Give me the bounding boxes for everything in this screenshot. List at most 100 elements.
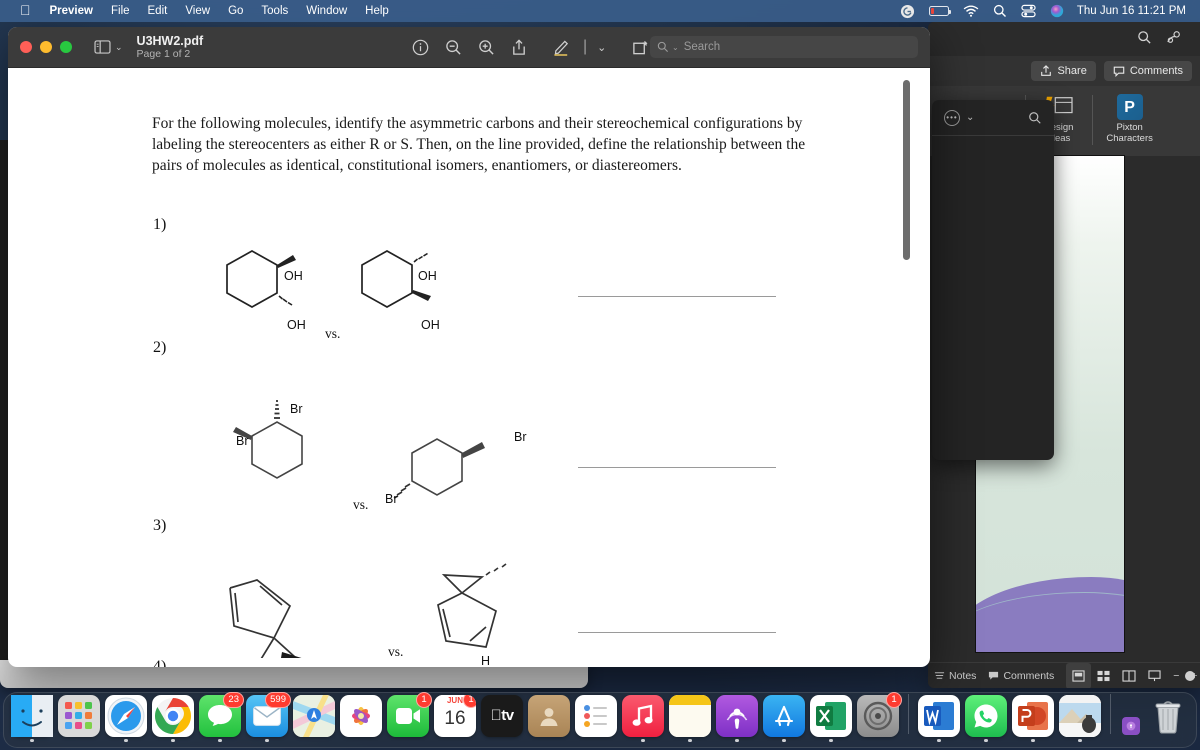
whatsapp-icon — [965, 694, 1007, 737]
macos-menubar[interactable]:  Preview File Edit View Go Tools Window… — [0, 0, 1200, 22]
wifi-icon[interactable] — [956, 0, 986, 22]
calendar-day: 16 — [444, 707, 466, 729]
dock-item-excel[interactable] — [809, 694, 853, 742]
pixton-characters-button[interactable]: P Pixton Characters — [1099, 92, 1161, 144]
dock-item-trash[interactable] — [1146, 695, 1190, 743]
search-scope-chevron-icon[interactable]: ⌄ — [672, 43, 679, 52]
dock-item-safari[interactable] — [104, 694, 148, 742]
share-icon[interactable] — [511, 38, 527, 56]
zoom-button[interactable] — [60, 41, 72, 53]
chevron-down-icon[interactable]: ⌄ — [115, 42, 123, 53]
dock[interactable]: 23 599 1 JUN 16 1 tv 1 — [3, 691, 1197, 748]
chevron-down-icon[interactable]: ⌄ — [597, 41, 606, 54]
dock-item-calendar[interactable]: JUN 16 1 — [433, 694, 477, 743]
calendar-badge: 1 — [463, 694, 476, 708]
zoom-out-button[interactable]: − — [1167, 663, 1185, 689]
battery-icon[interactable] — [922, 0, 956, 22]
ribbon-group-pixton[interactable]: P Pixton Characters — [1093, 92, 1167, 154]
siri-icon[interactable] — [1043, 0, 1071, 22]
dock-item-launchpad[interactable] — [57, 694, 101, 743]
statusbar-comments-button[interactable]: Comments — [982, 663, 1060, 689]
dock-item-podcasts[interactable] — [715, 694, 759, 742]
menu-edit[interactable]: Edit — [139, 0, 177, 22]
pdf-page[interactable]: For the following molecules, identify th… — [22, 68, 912, 667]
chevron-down-icon[interactable]: ⌄ — [966, 112, 974, 123]
info-icon[interactable] — [412, 39, 429, 56]
dock-item-system-preferences[interactable]: 1 — [856, 691, 902, 743]
comments-button[interactable]: Comments — [1103, 61, 1192, 81]
notes-button[interactable]: Notes — [928, 663, 982, 689]
menu-file[interactable]: File — [102, 0, 139, 22]
zoom-out-icon[interactable] — [445, 39, 462, 56]
dock-item-maps[interactable] — [292, 694, 336, 743]
rotate-icon[interactable] — [632, 39, 649, 56]
molecule-1-right-label-oh-bottom: OH — [421, 318, 440, 332]
running-indicator — [547, 739, 551, 743]
menu-view[interactable]: View — [176, 0, 219, 22]
search-icon[interactable] — [1028, 111, 1042, 125]
ribbon-display-options-icon[interactable] — [1166, 30, 1182, 45]
spotlight-search-icon[interactable] — [986, 0, 1014, 22]
menu-window[interactable]: Window — [297, 0, 356, 22]
dock-item-notes[interactable] — [668, 694, 712, 742]
dock-item-photos[interactable] — [339, 694, 383, 743]
dock-item-word[interactable] — [917, 694, 961, 742]
menu-preview[interactable]: Preview — [41, 0, 102, 22]
close-button[interactable] — [20, 41, 32, 53]
calendar-icon: JUN 16 1 — [434, 694, 476, 737]
dock-item-appstore[interactable] — [762, 694, 806, 742]
menu-go[interactable]: Go — [219, 0, 252, 22]
word-icon — [918, 694, 960, 737]
dock-item-chrome[interactable] — [151, 694, 195, 742]
molecule-2-left-label-br-top: Br — [290, 402, 303, 416]
search-icon[interactable] — [1137, 30, 1152, 45]
answer-line-1[interactable] — [578, 296, 776, 297]
powerpoint-statusbar: Notes Comments − + 111% — [928, 662, 1200, 688]
apple-logo-icon[interactable]:  — [10, 0, 41, 22]
launchpad-icon — [58, 694, 100, 737]
menu-help[interactable]: Help — [356, 0, 398, 22]
dock-item-whatsapp[interactable] — [964, 694, 1008, 742]
answer-line-2[interactable] — [578, 467, 776, 468]
answer-line-3[interactable] — [578, 632, 776, 633]
sidebar-toggle-button[interactable]: ⌄ — [94, 40, 123, 54]
dock-item-contacts[interactable] — [527, 694, 571, 743]
share-button[interactable]: Share — [1031, 61, 1096, 81]
dock-item-finder[interactable] — [10, 694, 54, 742]
dock-item-powerpoint[interactable] — [1011, 694, 1055, 742]
dock-item-preview[interactable] — [1058, 694, 1102, 742]
zoom-slider-knob[interactable] — [1185, 670, 1196, 681]
search-input[interactable]: ⌄ Search — [650, 36, 918, 58]
system-preferences-icon: 1 — [857, 691, 902, 737]
minimize-button[interactable] — [40, 41, 52, 53]
grammarly-icon[interactable] — [893, 0, 922, 22]
reminders-icon — [575, 694, 617, 737]
dock-item-reminders[interactable] — [574, 694, 618, 743]
dock-item-mail[interactable]: 599 — [245, 691, 291, 742]
window-controls[interactable] — [20, 41, 72, 53]
markup-pen-icon[interactable] — [553, 38, 571, 56]
reading-view-icon[interactable] — [1116, 663, 1142, 689]
normal-view-icon[interactable] — [1066, 662, 1092, 688]
more-options-icon[interactable]: ••• — [944, 109, 960, 126]
slide-sorter-icon[interactable] — [1091, 663, 1116, 689]
dock-item-music[interactable] — [621, 694, 665, 742]
zoom-in-icon[interactable] — [478, 39, 495, 56]
slideshow-icon[interactable] — [1142, 663, 1167, 689]
notes-label: Notes — [949, 669, 977, 682]
dock-item-messages[interactable]: 23 — [198, 691, 244, 742]
window-title-block: U3HW2.pdf Page 1 of 2 — [137, 34, 204, 60]
running-indicator — [265, 738, 269, 742]
dock-item-tv[interactable]: tv — [480, 694, 524, 743]
dock-item-minimized-window[interactable] — [1119, 716, 1143, 743]
addin-floating-panel[interactable]: ••• ⌄ — [932, 100, 1054, 460]
menu-tools[interactable]: Tools — [252, 0, 297, 22]
preview-tool-buttons: | ⌄ — [412, 38, 683, 56]
preview-window[interactable]: ⌄ U3HW2.pdf Page 1 of 2 | ⌄ ⌄ Search For… — [8, 27, 930, 667]
minimized-window-icon — [1122, 716, 1140, 735]
addin-panel-header: ••• ⌄ — [932, 100, 1054, 136]
dock-item-facetime[interactable]: 1 — [386, 691, 432, 743]
control-center-icon[interactable] — [1014, 0, 1043, 22]
menubar-clock[interactable]: Thu Jun 16 11:21 PM — [1071, 5, 1192, 17]
molecule-1-left — [226, 250, 296, 308]
